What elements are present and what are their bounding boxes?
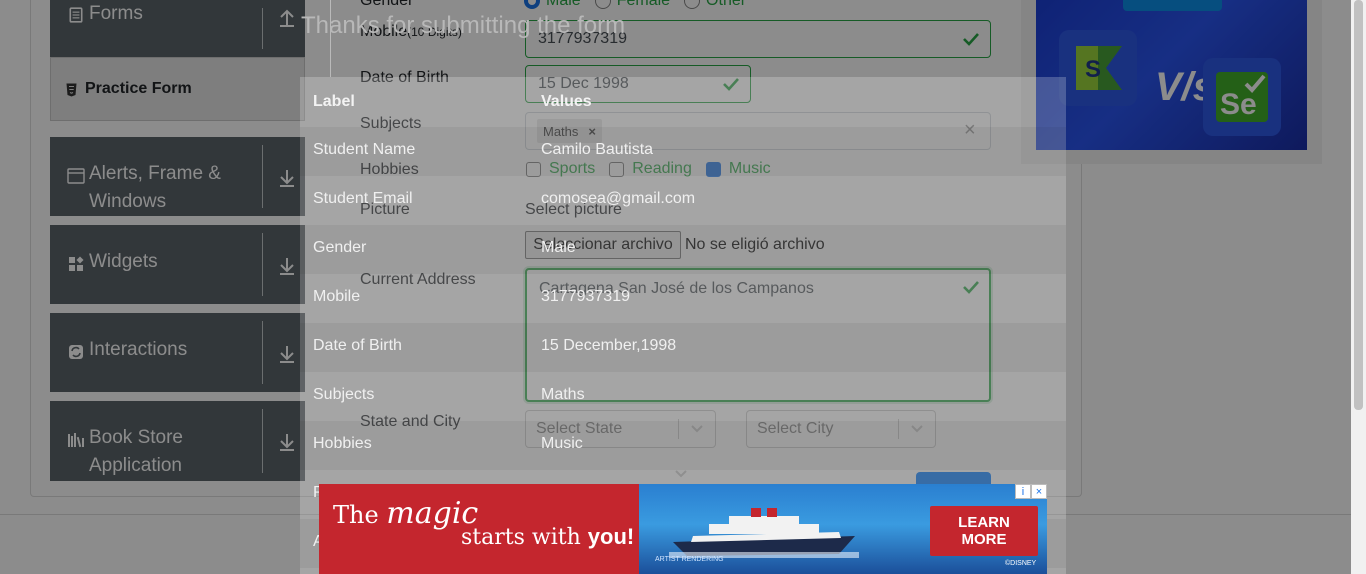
row-label: Student Name [313,141,416,158]
row-label: Student Email [313,190,413,207]
ad-close-icon[interactable]: × [1031,484,1047,499]
row-label: Mobile [313,288,361,305]
row-value: Male [541,239,576,256]
table-row: Mobile 3177937319 [300,274,1066,323]
bottom-ad-banner[interactable]: The magic starts with you! LEARN MORE AR… [319,484,1047,574]
page-scrollbar[interactable] [1351,0,1366,574]
ad-cta-line2: MORE [961,531,1007,548]
ad-headline-bold-word: you! [587,524,635,549]
ad-image-panel: LEARN MORE ARTIST RENDERING ©DISNEY i × [639,484,1047,574]
ad-controls: i × [1015,484,1047,499]
row-value: Music [541,435,583,452]
ad-headline-word: starts with [461,525,588,550]
ad-cta-line1: LEARN [958,514,1010,531]
row-value: Camilo Bautista [541,141,654,158]
ad-fine-print: ARTIST RENDERING [655,556,724,563]
table-row: Subjects Maths [300,372,1066,421]
table-row: Hobbies Music [300,421,1066,470]
row-label: Hobbies [313,435,372,452]
row-value: Maths [541,386,585,403]
ad-headline-panel: The magic starts with you! [319,484,639,574]
modal-title: Thanks for submitting the form [301,12,626,39]
table-header-values: Values [541,93,592,110]
ad-headline-word: The [333,501,387,529]
row-label: Gender [313,239,367,256]
row-value: 15 December,1998 [541,337,677,354]
table-header-label: Label [313,93,355,110]
row-label: Subjects [313,386,375,403]
row-value: 3177937319 [541,288,630,305]
table-row: Gender Male [300,225,1066,274]
row-label: Date of Birth [313,337,402,354]
table-row: Student Email comosea@gmail.com [300,176,1066,225]
row-value: comosea@gmail.com [541,190,696,207]
cruise-ship-image [669,508,859,558]
table-row: Student Name Camilo Bautista [300,127,1066,176]
ad-brand: ©DISNEY [1005,560,1037,567]
ad-headline-line1: The magic [333,496,478,531]
ad-info-icon[interactable]: i [1015,484,1031,499]
table-row: Date of Birth 15 December,1998 [300,323,1066,372]
ad-headline-line2: starts with you! [461,524,634,550]
learn-more-button[interactable]: LEARN MORE [930,506,1038,556]
scrollbar-thumb[interactable] [1354,0,1363,410]
